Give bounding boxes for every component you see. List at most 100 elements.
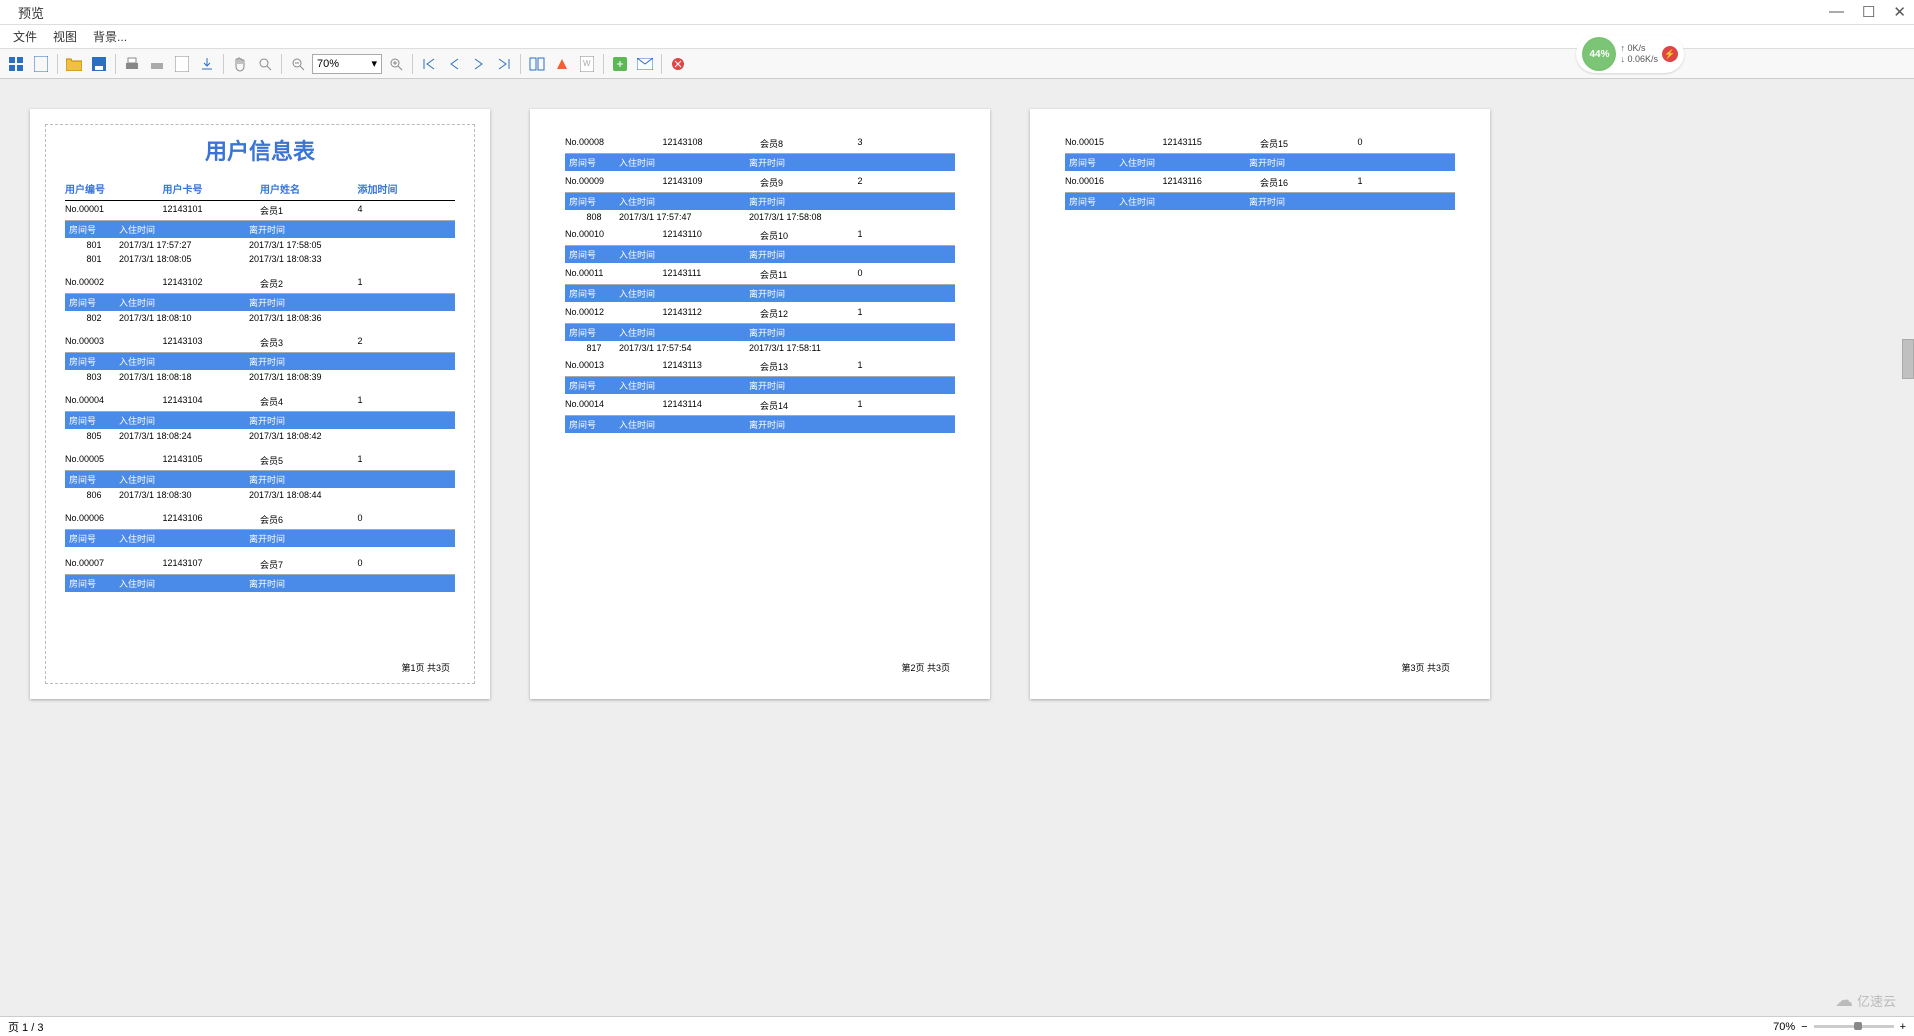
menu-view[interactable]: 视图 [45,26,85,47]
record: No.0000912143109会员92房间号入住时间离开时间8082017/3… [565,173,955,224]
email-button[interactable] [634,53,656,75]
multi-page-button[interactable] [526,53,548,75]
scrollbar-thumb[interactable] [1902,339,1914,379]
cloud-icon: ☁ [1835,990,1853,1011]
page-footer: 第1页 共3页 [401,661,450,674]
record-row: No.0001112143111会员110 [565,265,955,285]
report-title: 用户信息表 [65,134,455,166]
record: No.0000212143102会员21房间号入住时间离开时间8022017/3… [65,274,455,331]
preview-canvas[interactable]: 用户信息表用户编号用户卡号用户姓名添加时间No.0000112143101会员1… [0,79,1914,1016]
magnifier-button[interactable] [254,53,276,75]
status-zoom: 70% [1773,1021,1795,1033]
record-row: No.0001012143110会员101 [565,226,955,246]
record-row: No.0000812143108会员83 [565,134,955,154]
export-button[interactable] [196,53,218,75]
maximize-button[interactable]: ☐ [1862,3,1875,21]
page-footer: 第2页 共3页 [901,661,950,674]
record: No.0001212143112会员121房间号入住时间离开时间8172017/… [565,304,955,355]
sub-row: 8012017/3/1 17:57:272017/3/1 17:58:05 [65,238,455,252]
record-row: No.0000912143109会员92 [565,173,955,193]
sub-header: 房间号入住时间离开时间 [565,285,955,302]
statusbar: 页 1 / 3 70% − + [0,1016,1914,1036]
print-button[interactable] [121,53,143,75]
record-row: No.0000112143101会员14 [65,201,455,221]
svg-text:W: W [583,59,591,68]
print-direct-button[interactable] [146,53,168,75]
net-accelerate-icon[interactable]: ⚡ [1662,46,1678,62]
sub-row: 8012017/3/1 18:08:052017/3/1 18:08:33 [65,252,455,266]
sub-header: 房间号入住时间离开时间 [565,377,955,394]
save-button[interactable] [88,53,110,75]
sub-header: 房间号入住时间离开时间 [65,353,455,370]
record: No.0000312143103会员32房间号入住时间离开时间8032017/3… [65,333,455,390]
watermark: ☁ 亿速云 [1835,990,1896,1011]
last-page-button[interactable] [493,53,515,75]
report-page: No.0000812143108会员83房间号入住时间离开时间No.000091… [530,109,990,699]
record: No.0000412143104会员41房间号入住时间离开时间8052017/3… [65,392,455,449]
single-page-button[interactable] [30,53,52,75]
report-page: 用户信息表用户编号用户卡号用户姓名添加时间No.0000112143101会员1… [30,109,490,699]
close-button[interactable]: ✕ [1893,3,1906,21]
sub-header: 房间号入住时间离开时间 [65,412,455,429]
column-headers: 用户编号用户卡号用户姓名添加时间 [65,181,455,201]
record-row: No.0001312143113会员131 [565,357,955,377]
sub-row: 8062017/3/1 18:08:302017/3/1 18:08:44 [65,488,455,502]
sub-header: 房间号入住时间离开时间 [65,221,455,238]
thumbnails-button[interactable] [5,53,27,75]
sub-header: 房间号入住时间离开时间 [565,154,955,171]
export-file-button[interactable] [609,53,631,75]
sub-row: 8172017/3/1 17:57:542017/3/1 17:58:11 [565,341,955,355]
record-row: No.0001412143114会员141 [565,396,955,416]
zoom-plus-button[interactable]: + [1900,1021,1906,1033]
window-titlebar: 预览 — ☐ ✕ [0,0,1914,25]
col-header: 用户姓名 [260,181,358,196]
sub-row: 8032017/3/1 18:08:182017/3/1 18:08:39 [65,370,455,384]
zoom-out-button[interactable] [287,53,309,75]
record-row: No.0001212143112会员121 [565,304,955,324]
menu-background[interactable]: 背景... [85,26,135,47]
open-button[interactable] [63,53,85,75]
prev-page-button[interactable] [443,53,465,75]
zoom-minus-button[interactable]: − [1801,1021,1807,1033]
close-preview-button[interactable] [667,53,689,75]
record-row: No.0001612143116会员161 [1065,173,1455,193]
record: No.0000112143101会员14房间号入住时间离开时间8012017/3… [65,201,455,272]
sub-header: 房间号入住时间离开时间 [565,246,955,263]
minimize-button[interactable]: — [1829,3,1844,21]
record: No.0001012143110会员101房间号入住时间离开时间 [565,226,955,263]
pages-row: 用户信息表用户编号用户卡号用户姓名添加时间No.0000112143101会员1… [10,109,1904,699]
record: No.0000612143106会员60房间号入住时间离开时间 [65,510,455,553]
menu-file[interactable]: 文件 [5,26,45,47]
record-row: No.0000512143105会员51 [65,451,455,471]
sub-row: 8022017/3/1 18:08:102017/3/1 18:08:36 [65,311,455,325]
record: No.0001612143116会员161房间号入住时间离开时间 [1065,173,1455,210]
bg-color-button[interactable] [551,53,573,75]
first-page-button[interactable] [418,53,440,75]
page-setup-button[interactable] [171,53,193,75]
sub-header: 房间号入住时间离开时间 [565,324,955,341]
col-header: 用户编号 [65,181,163,196]
dropdown-icon: ▾ [371,57,377,70]
record: No.0001512143115会员150房间号入住时间离开时间 [1065,134,1455,171]
record: No.0001412143114会员141房间号入住时间离开时间 [565,396,955,433]
zoom-combo[interactable]: 70% ▾ [312,54,382,74]
sub-row: 8082017/3/1 17:57:472017/3/1 17:58:08 [565,210,955,224]
record: No.0000512143105会员51房间号入住时间离开时间8062017/3… [65,451,455,508]
record: No.0000712143107会员70房间号入住时间离开时间 [65,555,455,598]
network-widget[interactable]: 44% ↑ 0K/s ↓ 0.06K/s ⚡ [1576,35,1684,73]
hand-tool-button[interactable] [229,53,251,75]
record-row: No.0000312143103会员32 [65,333,455,353]
sub-header: 房间号入住时间离开时间 [65,294,455,311]
net-percent-circle: 44% [1582,37,1616,71]
col-header: 添加时间 [358,181,456,196]
zoom-in-button[interactable] [385,53,407,75]
zoom-value: 70% [317,58,339,70]
sub-header: 房间号入住时间离开时间 [565,416,955,433]
watermark-button[interactable]: W [576,53,598,75]
zoom-slider[interactable] [1814,1025,1894,1028]
next-page-button[interactable] [468,53,490,75]
sub-header: 房间号入住时间离开时间 [65,471,455,488]
page-footer: 第3页 共3页 [1401,661,1450,674]
sub-row: 8052017/3/1 18:08:242017/3/1 18:08:42 [65,429,455,443]
record: No.0001112143111会员110房间号入住时间离开时间 [565,265,955,302]
